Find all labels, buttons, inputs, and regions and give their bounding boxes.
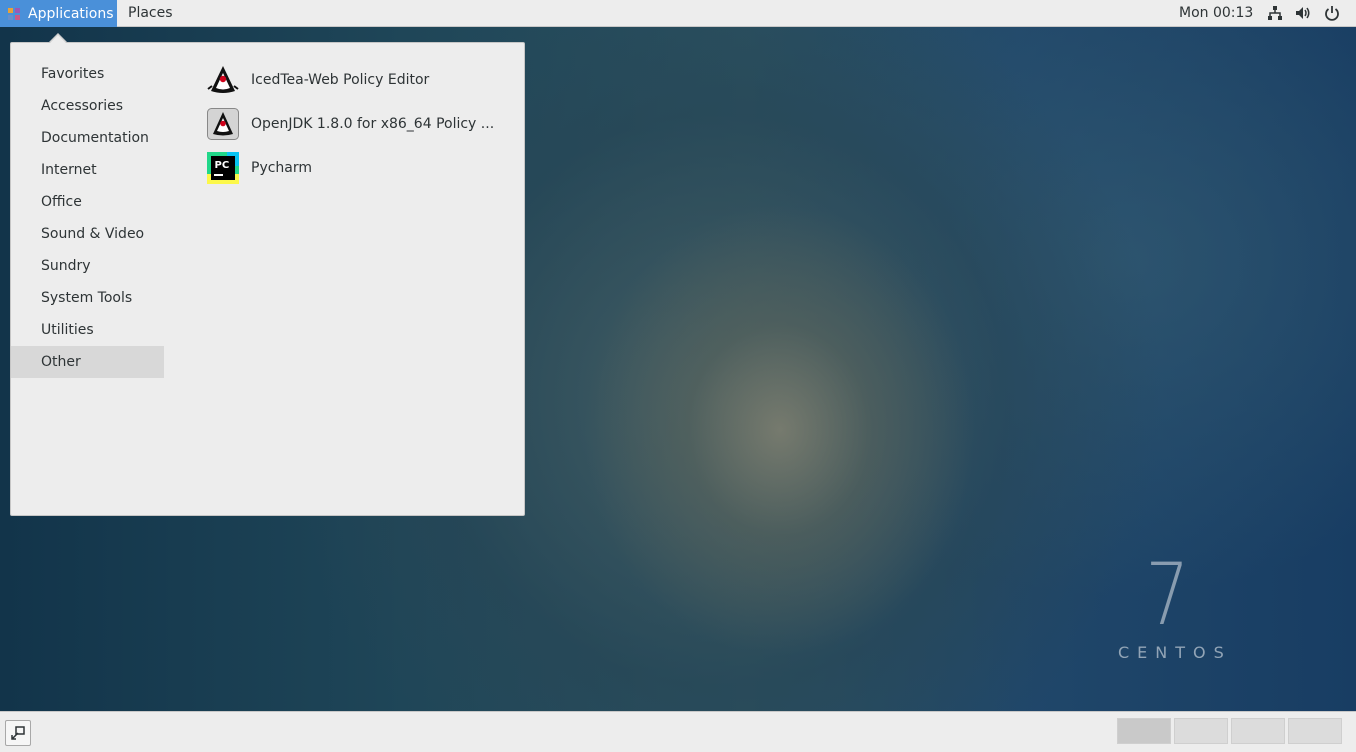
category-documentation[interactable]: Documentation — [11, 122, 164, 154]
category-accessories[interactable]: Accessories — [11, 90, 164, 122]
app-label: OpenJDK 1.8.0 for x86_64 Policy ... — [251, 116, 495, 132]
app-pycharm[interactable]: PC Pycharm — [207, 148, 507, 188]
menu-pointer — [49, 35, 67, 44]
workspace-1[interactable] — [1117, 718, 1171, 744]
desktop-screen: Applications Places Mon 00:13 Favorites … — [0, 0, 1356, 752]
category-sound-video[interactable]: Sound & Video — [11, 218, 164, 250]
category-internet[interactable]: Internet — [11, 154, 164, 186]
gnome-foot-icon — [8, 7, 20, 20]
workspace-4[interactable] — [1288, 718, 1342, 744]
workspace-2[interactable] — [1174, 718, 1228, 744]
category-utilities[interactable]: Utilities — [11, 314, 164, 346]
applications-menu-button[interactable]: Applications — [0, 0, 117, 27]
network-icon[interactable] — [1267, 5, 1283, 21]
places-menu-button[interactable]: Places — [117, 0, 184, 26]
centos-version-mark: 7 — [1145, 545, 1190, 645]
openjdk-duke-icon — [207, 108, 239, 140]
applications-label: Applications — [28, 5, 114, 22]
svg-text:PC: PC — [215, 160, 230, 171]
category-favorites[interactable]: Favorites — [11, 58, 164, 90]
app-label: IcedTea-Web Policy Editor — [251, 72, 430, 88]
category-other[interactable]: Other — [11, 346, 164, 378]
top-panel: Applications Places Mon 00:13 — [0, 0, 1356, 27]
bottom-panel — [0, 711, 1356, 752]
java-duke-icon — [207, 64, 239, 96]
app-openjdk-policy[interactable]: OpenJDK 1.8.0 for x86_64 Policy ... — [207, 104, 507, 144]
category-system-tools[interactable]: System Tools — [11, 282, 164, 314]
show-desktop-button[interactable] — [5, 720, 31, 746]
centos-brand-word: CENTOS — [1118, 643, 1232, 662]
workspace-3[interactable] — [1231, 718, 1285, 744]
applications-menu: Favorites Accessories Documentation Inte… — [10, 42, 525, 516]
category-sundry[interactable]: Sundry — [11, 250, 164, 282]
show-desktop-icon — [11, 726, 25, 740]
volume-icon[interactable] — [1295, 5, 1311, 21]
app-icedtea-policy-editor[interactable]: IcedTea-Web Policy Editor — [207, 60, 507, 100]
clock[interactable]: Mon 00:13 — [1179, 0, 1253, 26]
pycharm-icon: PC — [207, 152, 239, 184]
category-office[interactable]: Office — [11, 186, 164, 218]
power-icon[interactable] — [1324, 5, 1340, 21]
app-label: Pycharm — [251, 160, 313, 176]
